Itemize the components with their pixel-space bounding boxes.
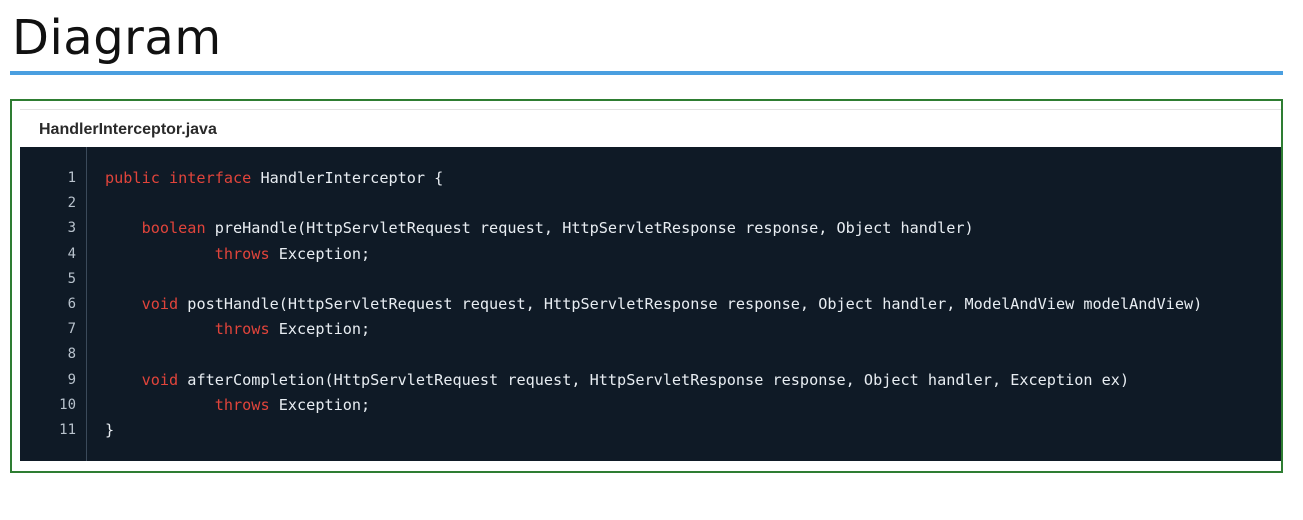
code-line: void afterCompletion(HttpServletRequest … [105,370,1130,389]
code-panel: HandlerInterceptor.java 1 2 3 4 5 6 7 8 9 10 11 pu… [10,99,1283,473]
line-number: 11 [59,422,76,438]
code-keyword: throws [214,320,270,339]
line-number: 10 [59,396,76,413]
line-number: 1 [67,170,76,186]
code-keyword: throws [214,395,270,414]
code-text: HandlerInterceptor { [251,169,444,187]
code-text: afterCompletion(HttpServletRequest reque… [178,370,1130,389]
code-keyword: void [141,295,179,313]
code-text: postHandle(HttpServletRequest request, H… [178,295,1203,313]
line-number: 8 [67,346,76,363]
code-line: boolean preHandle(HttpServletRequest req… [105,219,974,237]
line-number: 7 [67,321,76,338]
code-text: Exception; [269,320,371,339]
file-name: HandlerInterceptor.java [39,121,217,138]
code-keyword: boolean [141,219,206,238]
line-number: 2 [67,195,76,212]
line-number-gutter: 1 2 3 4 5 6 7 8 9 10 11 [20,147,87,461]
line-number: 9 [67,371,76,388]
code-line: void postHandle(HttpServletRequest reque… [105,295,1203,313]
title-underline [10,71,1283,75]
code-text: } [105,421,115,439]
page-title: Diagram [12,10,222,66]
code-line: throws Exception; [105,320,370,338]
line-number: 6 [67,296,76,312]
code-line: } [105,421,114,439]
code-text: Exception; [269,244,371,263]
line-number: 3 [67,220,76,237]
code-text: preHandle(HttpServletRequest request, Ht… [205,219,974,238]
code-line: throws Exception; [105,396,370,414]
code-line: public interface HandlerInterceptor { [105,169,443,187]
line-number: 4 [67,245,76,262]
code-keyword: void [141,370,179,389]
line-number: 5 [67,270,76,287]
code-area[interactable]: 1 2 3 4 5 6 7 8 9 10 11 public interface HandlerIn… [20,147,1281,461]
code-keyword: throws [214,244,270,263]
file-header: HandlerInterceptor.java [20,109,1281,148]
code-text: Exception; [269,395,371,414]
code-line: throws Exception; [105,245,370,263]
code-keyword: public interface [105,169,252,187]
